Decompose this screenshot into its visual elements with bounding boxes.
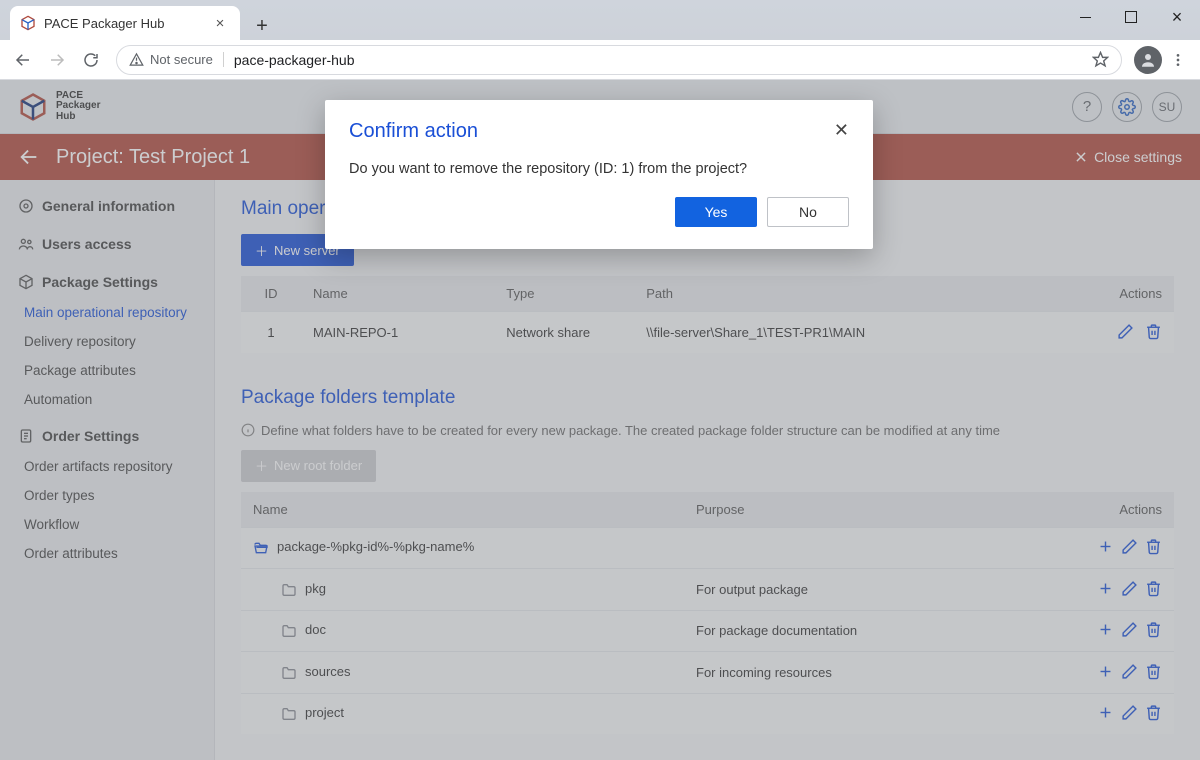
nav-reload-button[interactable] <box>76 45 106 75</box>
tab-title: PACE Packager Hub <box>44 16 164 31</box>
not-secure-indicator: Not secure <box>129 52 224 67</box>
new-tab-button[interactable]: + <box>248 12 276 40</box>
close-tab-icon[interactable]: × <box>212 15 228 31</box>
dialog-close-icon[interactable]: ✕ <box>834 120 849 141</box>
profile-avatar-icon[interactable] <box>1134 46 1162 74</box>
window-maximize-icon[interactable] <box>1108 0 1154 34</box>
address-bar[interactable]: Not secure pace-packager-hub <box>116 45 1122 75</box>
dialog-yes-button[interactable]: Yes <box>675 197 757 227</box>
url-text: pace-packager-hub <box>234 52 355 68</box>
dialog-message: Do you want to remove the repository (ID… <box>325 143 873 177</box>
browser-menu-icon[interactable] <box>1164 46 1192 74</box>
dialog-title: Confirm action <box>349 120 478 143</box>
browser-tab[interactable]: PACE Packager Hub × <box>10 6 240 40</box>
bookmark-star-icon[interactable] <box>1092 51 1109 68</box>
confirm-dialog: Confirm action ✕ Do you want to remove t… <box>325 100 873 249</box>
dialog-no-button[interactable]: No <box>767 197 849 227</box>
nav-forward-button[interactable] <box>42 45 72 75</box>
window-close-icon[interactable]: × <box>1154 0 1200 34</box>
window-minimize-icon[interactable] <box>1062 0 1108 34</box>
nav-back-button[interactable] <box>8 45 38 75</box>
favicon-icon <box>20 15 36 31</box>
